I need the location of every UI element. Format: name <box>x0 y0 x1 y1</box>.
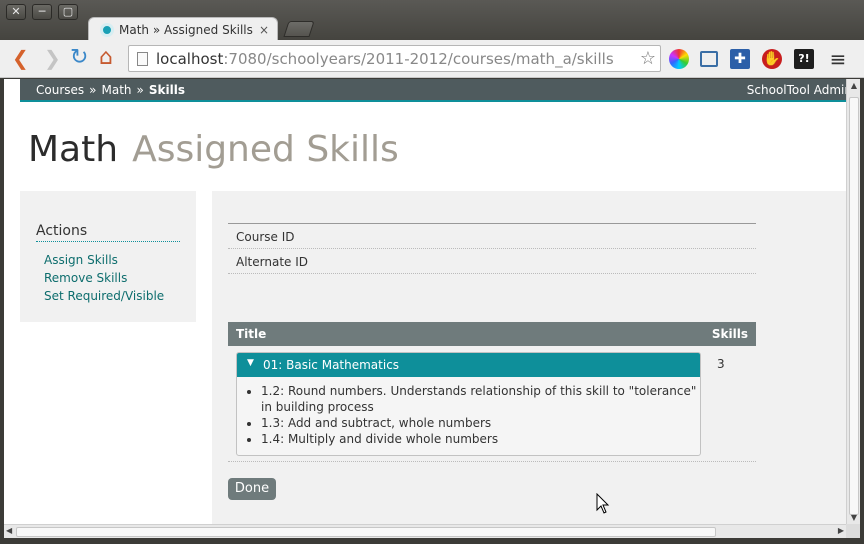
favicon-icon <box>100 23 114 37</box>
page-viewport: Courses » Math » Skills SchoolTool Admin Mat… <box>4 79 846 524</box>
actions-heading: Actions <box>36 223 180 242</box>
tab-close-icon[interactable]: × <box>259 23 269 37</box>
breadcrumb-separator: » <box>136 83 144 97</box>
scroll-down-icon[interactable]: ▼ <box>847 513 861 522</box>
skill-list: 1.2: Round numbers. Understands relation… <box>237 383 700 447</box>
breadcrumb-math[interactable]: Math <box>102 83 132 97</box>
browser-toolbar: ❮ ❯ ↻ ⌂ localhost:7080/schoolyears/2011-… <box>0 40 864 78</box>
remove-skills-link[interactable]: Remove Skills <box>44 271 127 285</box>
breadcrumb-skills: Skills <box>148 83 185 97</box>
assign-skills-link[interactable]: Assign Skills <box>44 253 118 267</box>
address-bar[interactable]: localhost:7080/schoolyears/2011-2012/cou… <box>128 45 661 72</box>
breadcrumb-separator: » <box>89 83 97 97</box>
block-extension-icon[interactable]: ✋ <box>762 49 782 69</box>
list-item: 1.2: Round numbers. Understands relation… <box>261 383 700 415</box>
page-title-main: Math <box>28 129 119 170</box>
collapse-triangle-icon[interactable]: ▼ <box>247 358 254 368</box>
course-details-table: Course ID Alternate ID <box>228 223 756 274</box>
skill-group-title: 01: Basic Mathematics <box>263 358 400 372</box>
skill-group: ▼ 01: Basic Mathematics 1.2: Round numbe… <box>236 352 701 456</box>
window-titlebar: ✕ ─ ▢ Math » Assigned Skills × <box>0 0 864 43</box>
forward-icon[interactable]: ❯ <box>44 48 61 68</box>
table-row: ▼ 01: Basic Mathematics 1.2: Round numbe… <box>228 346 756 462</box>
horizontal-scrollbar[interactable]: ◀ ▶ <box>4 524 846 538</box>
page-subtitle: Assigned Skills <box>132 129 399 170</box>
window-bottom-frame <box>0 538 864 544</box>
list-item: 1.3: Add and subtract, whole numbers <box>261 415 700 431</box>
skills-table: Title Skills ▼ 01: Basic Mathematics 1.2… <box>228 322 756 462</box>
breadcrumb: Courses » Math » Skills SchoolTool Admin <box>20 79 846 102</box>
user-menu[interactable]: SchoolTool Admin <box>747 83 846 97</box>
bookmark-star-icon[interactable]: ☆ <box>640 48 656 69</box>
reload-icon[interactable]: ↻ <box>70 47 88 69</box>
scroll-up-icon[interactable]: ▲ <box>847 81 861 90</box>
page-title: Math Assigned Skills <box>28 129 399 170</box>
puzzle-extension-icon[interactable]: ✚ <box>730 49 750 69</box>
list-item: 1.4: Multiply and divide whole numbers <box>261 431 700 447</box>
skills-column-header: Skills <box>711 327 748 341</box>
alternate-id-row: Alternate ID <box>228 249 756 274</box>
course-id-row: Course ID <box>228 224 756 249</box>
color-wheel-extension-icon[interactable] <box>669 49 689 69</box>
menu-icon[interactable]: ≡ <box>828 49 848 69</box>
scrollbar-corner <box>846 524 860 538</box>
window-maximize-button[interactable]: ▢ <box>58 4 78 20</box>
done-button[interactable]: Done <box>228 478 276 500</box>
skill-count: 3 <box>717 357 725 371</box>
page-icon <box>137 52 148 66</box>
set-required-visible-link[interactable]: Set Required/Visible <box>44 289 164 303</box>
scroll-left-icon[interactable]: ◀ <box>6 526 12 535</box>
vertical-scrollbar[interactable]: ▲ ▼ <box>846 79 860 524</box>
breadcrumb-courses[interactable]: Courses <box>36 83 84 97</box>
screen-capture-extension-icon[interactable] <box>700 51 718 67</box>
url-text: localhost:7080/schoolyears/2011-2012/cou… <box>156 50 614 68</box>
vertical-scroll-thumb[interactable] <box>849 97 859 515</box>
new-tab-button[interactable] <box>283 21 315 37</box>
main-content: Course ID Alternate ID Title Skills ▼ 01… <box>212 191 846 524</box>
home-icon[interactable]: ⌂ <box>99 47 113 69</box>
window-close-button[interactable]: ✕ <box>6 4 26 20</box>
mouse-cursor-icon <box>596 493 610 514</box>
horizontal-scroll-thumb[interactable] <box>16 527 716 537</box>
tab-title: Math » Assigned Skills <box>119 23 253 37</box>
scroll-right-icon[interactable]: ▶ <box>838 526 844 535</box>
back-icon[interactable]: ❮ <box>12 48 29 68</box>
help-extension-icon[interactable]: ?! <box>794 49 814 69</box>
actions-sidebar: Actions Assign Skills Remove Skills Set … <box>20 191 196 322</box>
skills-table-header: Title Skills <box>228 322 756 346</box>
window-minimize-button[interactable]: ─ <box>32 4 52 20</box>
skill-group-header[interactable]: ▼ 01: Basic Mathematics <box>237 353 700 377</box>
title-column-header: Title <box>236 327 267 341</box>
